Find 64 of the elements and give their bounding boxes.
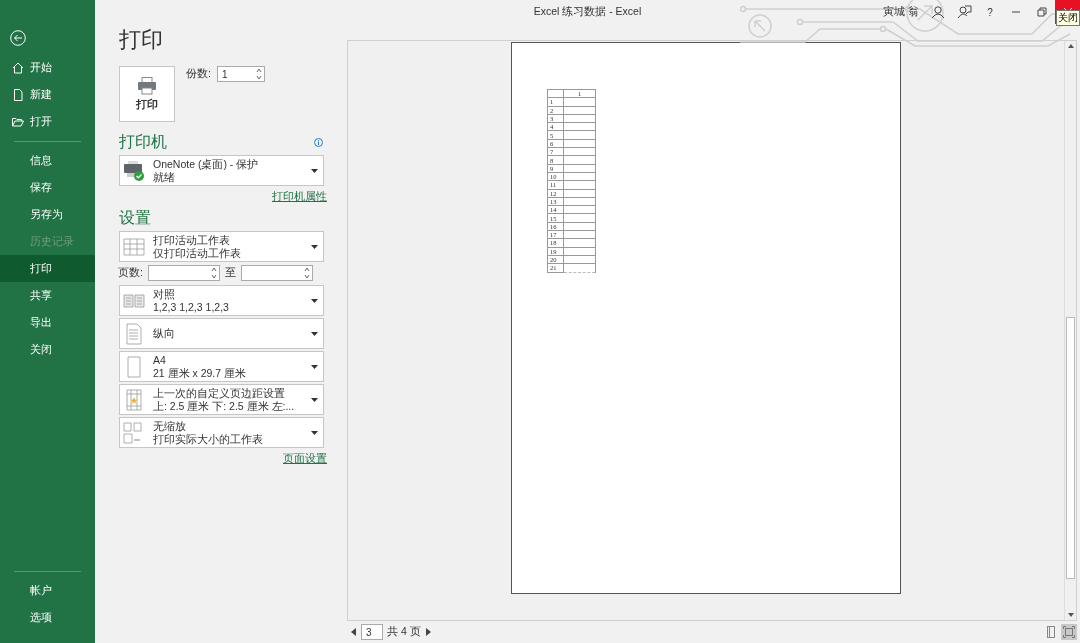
settings-dropdown[interactable]: 无缩放 打印实际大小的工作表 — [119, 417, 324, 448]
scaling-icon — [123, 421, 145, 444]
copies-label: 份数: — [186, 67, 211, 81]
sidebar-item[interactable]: 开始 — [0, 54, 95, 81]
page-number-field[interactable]: 3 — [361, 624, 383, 640]
page-to-field[interactable] — [240, 265, 313, 281]
printer-properties-link[interactable]: 打印机属性 — [272, 190, 327, 204]
pages-label: 页数: — [118, 266, 143, 280]
zoom-to-page-button[interactable] — [1061, 624, 1077, 640]
back-icon[interactable] — [10, 30, 26, 46]
page-heading: 打印 — [119, 26, 164, 54]
sidebar-item[interactable]: 导出 — [0, 309, 95, 336]
page-from-field[interactable] — [147, 265, 220, 281]
scroll-down-icon[interactable] — [1067, 613, 1074, 617]
section-heading: 打印机 — [119, 132, 167, 152]
tooltip: 关闭 — [1056, 10, 1080, 26]
info-icon[interactable] — [314, 137, 323, 147]
scrollbar[interactable] — [1064, 41, 1076, 620]
caret-icon — [311, 168, 318, 173]
window-title: Excel 练习数据 - Excel — [533, 5, 642, 19]
copies-field[interactable]: 1 — [216, 66, 265, 82]
sheet-icon — [123, 235, 145, 258]
sidebar-item[interactable]: 关闭 — [0, 336, 95, 363]
caret-icon — [311, 298, 318, 303]
caret-icon — [311, 397, 318, 402]
document-icon — [12, 88, 24, 101]
spinner-icon[interactable] — [255, 67, 262, 81]
to-label: 至 — [224, 266, 236, 280]
settings-dropdown[interactable]: 对照 1,2,3 1,2,3 1,2,3 — [119, 285, 324, 316]
section-heading: 设置 — [119, 208, 151, 228]
spinner-icon[interactable] — [210, 266, 217, 280]
folder-icon — [12, 115, 24, 128]
sidebar-item[interactable]: 打印 — [0, 255, 95, 282]
settings-dropdown[interactable]: 上一次的自定义页边距设置 上: 2.5 厘米 下: 2.5 厘米 左:... — [119, 384, 324, 415]
spinner-icon[interactable] — [303, 266, 310, 280]
user-name: 寅城 翁 — [883, 5, 919, 19]
print-button[interactable]: 打印 — [119, 66, 175, 122]
portrait-page-icon — [123, 322, 145, 345]
page-setup-link[interactable]: 页面设置 — [283, 452, 327, 466]
sidebar-item[interactable]: 信息 — [0, 147, 95, 174]
sidebar-item[interactable]: 选项 — [0, 604, 95, 631]
settings-dropdown[interactable]: A4 21 厘米 x 29.7 厘米 — [119, 351, 324, 382]
scroll-up-icon[interactable] — [1067, 44, 1074, 48]
page-count: 共 4 页 — [387, 625, 421, 639]
settings-dropdown[interactable]: 打印活动工作表 仅打印活动工作表 — [119, 231, 324, 262]
help-button[interactable]: ? — [977, 0, 1003, 24]
sidebar-item[interactable]: 打开 — [0, 108, 95, 135]
margins-icon — [123, 388, 145, 411]
printer-dropdown[interactable]: OneNote (桌面) - 保护 就绪 — [119, 155, 324, 186]
caret-icon — [311, 244, 318, 249]
previous-page-icon[interactable] — [351, 628, 357, 636]
sidebar-item[interactable]: 帐户 — [0, 577, 95, 604]
sidebar-item[interactable]: 新建 — [0, 81, 95, 108]
sidebar-item[interactable]: 共享 — [0, 282, 95, 309]
caret-icon — [311, 331, 318, 336]
settings-dropdown[interactable]: 纵向 — [119, 318, 324, 349]
printer-icon — [123, 159, 145, 182]
home-icon — [12, 61, 24, 74]
printer-icon — [137, 76, 157, 95]
sidebar-item[interactable]: 保存 — [0, 174, 95, 201]
next-page-icon[interactable] — [424, 628, 431, 636]
sidebar-item[interactable]: 另存为 — [0, 201, 95, 228]
caret-icon — [311, 430, 318, 435]
caret-icon — [311, 364, 318, 369]
